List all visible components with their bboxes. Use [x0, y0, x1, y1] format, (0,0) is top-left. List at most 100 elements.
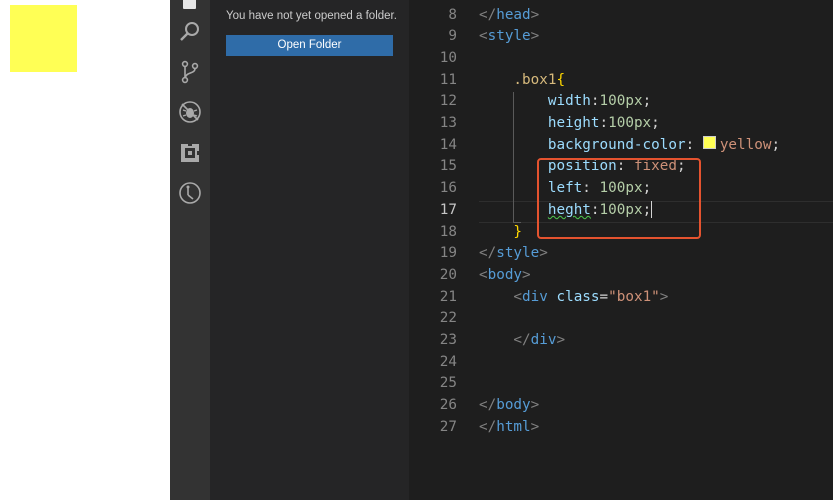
line-number: 8 — [448, 6, 457, 23]
code-token: </ — [479, 418, 497, 435]
line-number: 25 — [439, 375, 457, 392]
line-number: 14 — [439, 136, 457, 153]
code-token: : — [685, 136, 703, 153]
code-token: 100px — [608, 115, 652, 131]
code-token: body — [496, 397, 531, 414]
code-token: head — [496, 6, 531, 23]
code-line[interactable]: 22 — [409, 308, 833, 330]
line-number: 13 — [439, 115, 457, 131]
line-number: 23 — [439, 332, 457, 348]
code-text: <body> — [479, 265, 531, 287]
line-number: 20 — [439, 266, 457, 283]
code-token: < — [479, 288, 523, 305]
code-token: ; — [651, 115, 660, 131]
code-token: 100px — [599, 93, 643, 110]
code-line[interactable]: 25 — [409, 373, 833, 395]
code-line[interactable]: 27 </html> — [409, 417, 833, 439]
code-token: </ — [479, 245, 497, 262]
code-line[interactable]: 23 </div> — [409, 330, 833, 352]
code-token: class — [547, 288, 600, 305]
yellow-box-preview — [10, 5, 77, 72]
code-line[interactable]: 19 </style> — [409, 243, 833, 265]
line-number: 22 — [439, 310, 457, 327]
code-token: height — [479, 115, 600, 131]
code-line[interactable]: 8 </head> — [409, 5, 833, 27]
code-token: { — [556, 71, 566, 88]
code-token: </ — [479, 332, 531, 348]
activity-bar — [170, 0, 210, 500]
code-text: } — [479, 222, 522, 244]
code-line[interactable]: 24 — [409, 352, 833, 374]
code-token: > — [522, 266, 531, 283]
code-token: > — [530, 418, 540, 435]
code-text: </div> — [479, 330, 565, 352]
code-token: < — [479, 266, 488, 283]
line-number: 18 — [439, 223, 457, 240]
code-line[interactable]: 21 <div class="box1"> — [409, 287, 833, 309]
code-text: width:100px; — [479, 91, 651, 113]
search-icon[interactable] — [178, 20, 202, 44]
code-token: > — [530, 6, 540, 23]
code-token: "box1" — [608, 288, 660, 305]
code-text: <div class="box1"> — [479, 287, 668, 309]
code-line[interactable]: 9 <style> — [409, 26, 833, 48]
code-token: ; — [642, 93, 652, 110]
code-token: > — [556, 332, 566, 348]
code-token: style — [487, 28, 531, 45]
code-token: > — [539, 245, 548, 262]
code-token: ; — [771, 136, 781, 153]
code-token: .box1 — [479, 71, 557, 88]
line-number: 26 — [439, 397, 457, 414]
code-editor[interactable]: 8 </head> 9 <style> 10 11 .box1{12 width:100p… — [409, 0, 833, 500]
line-number: 24 — [439, 353, 457, 370]
code-token: > — [659, 288, 669, 305]
code-line[interactable]: 13 height:100px; — [409, 113, 833, 135]
line-number: 11 — [439, 71, 457, 88]
code-token: : — [590, 93, 600, 110]
line-number: 19 — [439, 245, 457, 262]
no-folder-message: You have not yet opened a folder. — [226, 10, 397, 22]
code-line[interactable]: 26 </body> — [409, 395, 833, 417]
code-token: div — [530, 332, 557, 348]
code-token: style — [496, 245, 540, 262]
code-line[interactable]: 20 <body> — [409, 265, 833, 287]
code-token: </ — [479, 6, 497, 23]
code-token: } — [479, 223, 523, 240]
code-text: .box1{ — [479, 70, 565, 92]
code-text: </head> — [479, 5, 539, 27]
code-token: div — [522, 288, 548, 305]
explorer-sidebar: You have not yet opened a folder. Open F… — [210, 0, 409, 500]
extensions-icon[interactable] — [178, 141, 202, 165]
line-number: 9 — [448, 28, 457, 45]
line-number: 27 — [439, 418, 457, 435]
code-text: </body> — [479, 395, 539, 417]
line-number: 16 — [439, 180, 457, 197]
line-number: 12 — [439, 93, 457, 110]
code-text: <style> — [479, 26, 539, 48]
code-token: </ — [479, 397, 497, 414]
open-folder-button[interactable]: Open Folder — [226, 35, 393, 56]
code-token: html — [496, 418, 531, 435]
code-token: > — [530, 397, 540, 414]
code-text: </style> — [479, 243, 548, 265]
code-line[interactable]: 12 width:100px; — [409, 91, 833, 113]
debug-icon[interactable] — [178, 100, 202, 124]
color-swatch-icon — [702, 136, 716, 150]
code-token: > — [530, 28, 540, 45]
annotation-highlight-box — [537, 158, 701, 239]
explorer-icon[interactable] — [178, 0, 202, 14]
timeline-icon[interactable] — [178, 181, 202, 205]
code-line[interactable]: 10 — [409, 48, 833, 70]
line-number: 17 — [439, 201, 457, 218]
code-line[interactable]: 14 background-color: yellow; — [409, 135, 833, 157]
code-token: background-color — [479, 136, 686, 153]
line-number: 10 — [439, 49, 457, 66]
source-control-icon[interactable] — [178, 60, 202, 84]
code-text: height:100px; — [479, 113, 660, 135]
code-line[interactable]: 11 .box1{ — [409, 70, 833, 92]
browser-preview — [0, 0, 170, 500]
code-text: background-color: yellow; — [479, 135, 780, 157]
line-number: 21 — [439, 288, 457, 305]
code-token: < — [479, 28, 488, 45]
code-token: yellow — [719, 136, 772, 153]
